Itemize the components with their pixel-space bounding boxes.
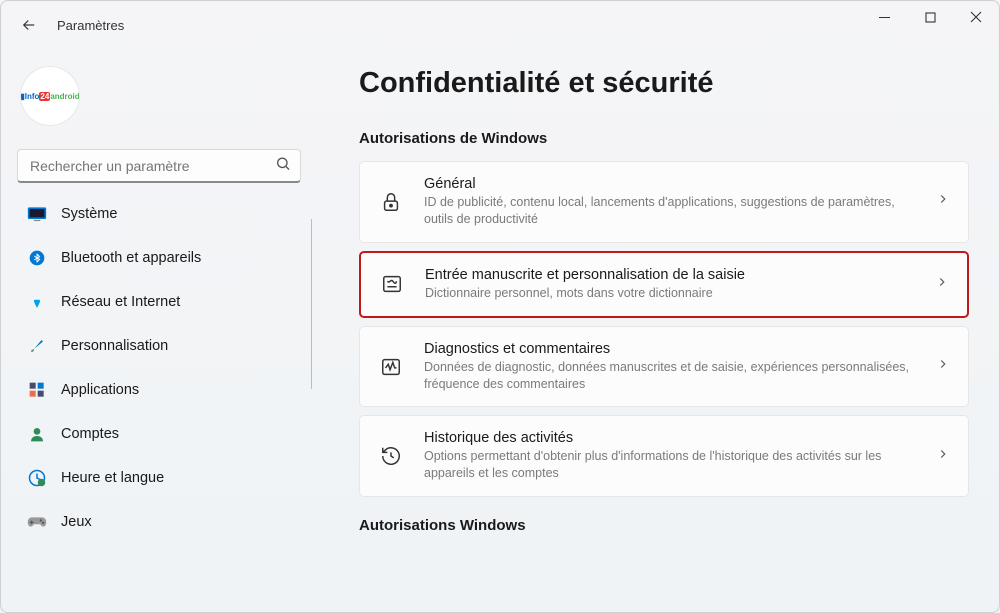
sidebar-item-label: Personnalisation [61, 338, 168, 354]
sidebar-item-accounts[interactable]: Comptes [17, 415, 301, 453]
bluetooth-icon [27, 248, 47, 268]
card-subtitle: ID de publicité, contenu local, lancemen… [424, 194, 916, 228]
section-heading: Autorisations de Windows [359, 130, 969, 147]
card-subtitle: Options permettant d'obtenir plus d'info… [424, 448, 916, 482]
person-icon [27, 424, 47, 444]
card-diagnostics[interactable]: Diagnostics et commentaires Données de d… [359, 326, 969, 408]
window-title: Paramètres [57, 18, 124, 33]
sidebar-item-label: Comptes [61, 426, 119, 442]
card-inking-typing[interactable]: Entrée manuscrite et personnalisation de… [359, 251, 969, 318]
search-icon [275, 156, 291, 177]
sidebar-item-label: Applications [61, 382, 139, 398]
sidebar-item-label: Heure et langue [61, 470, 164, 486]
card-general[interactable]: Général ID de publicité, contenu local, … [359, 161, 969, 243]
wifi-icon [27, 292, 47, 312]
sidebar-item-network[interactable]: Réseau et Internet [17, 283, 301, 321]
section-heading: Autorisations Windows [359, 517, 969, 534]
card-subtitle: Dictionnaire personnel, mots dans votre … [425, 285, 915, 302]
activity-icon [378, 354, 404, 380]
avatar[interactable]: ▮Info24android [21, 67, 79, 125]
maximize-button[interactable] [907, 1, 953, 33]
handwriting-icon [379, 271, 405, 297]
close-button[interactable] [953, 1, 999, 33]
monitor-icon [27, 204, 47, 224]
main-content: Confidentialité et sécurité Autorisation… [311, 49, 999, 612]
gamepad-icon [27, 512, 47, 532]
card-activity-history[interactable]: Historique des activités Options permett… [359, 415, 969, 497]
sidebar-item-gaming[interactable]: Jeux [17, 503, 301, 541]
sidebar-item-label: Jeux [61, 514, 92, 530]
lock-icon [378, 189, 404, 215]
card-title: Diagnostics et commentaires [424, 341, 916, 357]
sidebar-item-label: Bluetooth et appareils [61, 250, 201, 266]
back-button[interactable] [9, 5, 49, 45]
apps-icon [27, 380, 47, 400]
search-input[interactable] [17, 149, 301, 183]
minimize-icon [879, 12, 890, 23]
sidebar-item-time-language[interactable]: Heure et langue [17, 459, 301, 497]
chevron-right-icon [936, 357, 950, 376]
sidebar-item-personalization[interactable]: Personnalisation [17, 327, 301, 365]
minimize-button[interactable] [861, 1, 907, 33]
card-title: Entrée manuscrite et personnalisation de… [425, 267, 915, 283]
history-icon [378, 443, 404, 469]
card-subtitle: Données de diagnostic, données manuscrit… [424, 359, 916, 393]
clock-globe-icon [27, 468, 47, 488]
maximize-icon [925, 12, 936, 23]
sidebar-item-bluetooth[interactable]: Bluetooth et appareils [17, 239, 301, 277]
avatar-logo: ▮Info24android [21, 92, 79, 101]
sidebar-item-apps[interactable]: Applications [17, 371, 301, 409]
sidebar-item-label: Système [61, 206, 117, 222]
sidebar-item-label: Réseau et Internet [61, 294, 180, 310]
sidebar: ▮Info24android Système Bluetooth et appa… [1, 49, 311, 612]
page-title: Confidentialité et sécurité [359, 67, 969, 100]
chevron-right-icon [936, 192, 950, 211]
chevron-right-icon [935, 275, 949, 294]
close-icon [970, 11, 982, 23]
card-title: Général [424, 176, 916, 192]
arrow-left-icon [20, 16, 38, 34]
card-title: Historique des activités [424, 430, 916, 446]
brush-icon [27, 336, 47, 356]
chevron-right-icon [936, 447, 950, 466]
sidebar-item-system[interactable]: Système [17, 195, 301, 233]
